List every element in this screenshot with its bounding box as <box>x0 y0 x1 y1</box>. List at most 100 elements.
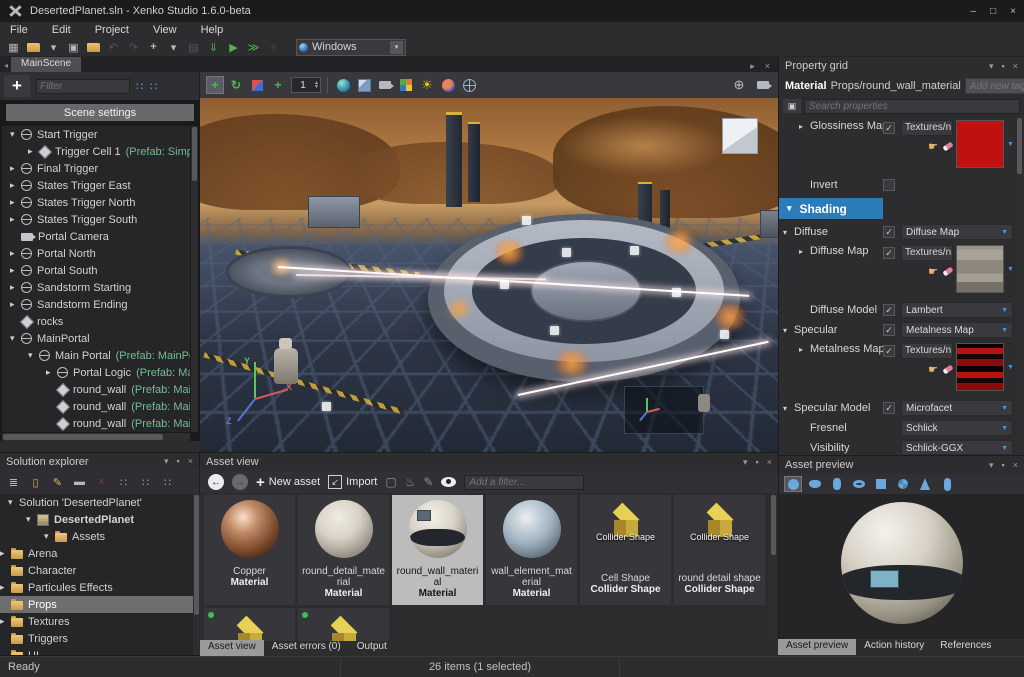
cube-icon[interactable] <box>355 76 373 94</box>
scale-icon[interactable] <box>248 76 266 94</box>
cube-icon[interactable] <box>872 476 890 492</box>
expand-tree-icon[interactable]: ∷ <box>136 80 144 93</box>
clear-reference-icon[interactable] <box>942 267 953 277</box>
chevron-down-icon[interactable]: ▾ <box>989 61 994 72</box>
teapot-icon[interactable] <box>806 476 824 492</box>
texture-thumbnail[interactable] <box>956 245 1004 293</box>
entity-gizmo-icon[interactable] <box>550 326 559 335</box>
expand-arrow-icon[interactable] <box>28 350 39 361</box>
stepper-arrows-icon[interactable]: ▲▼ <box>314 81 320 89</box>
scrollbar[interactable] <box>2 433 190 441</box>
scene-tree-item[interactable]: Portal Logic (Prefab: MainPortal) <box>2 364 190 381</box>
solution-tree-item[interactable]: UI <box>0 647 193 655</box>
scene-tree-item[interactable]: round_wall (Prefab: MainPortal) <box>2 415 190 432</box>
solution-tree-item[interactable]: Assets <box>0 528 193 545</box>
scene-tree-item[interactable]: States Trigger East <box>2 177 190 194</box>
stop-icon[interactable]: ● <box>266 40 281 55</box>
property-checkbox[interactable] <box>883 324 895 336</box>
scene-tree-item[interactable]: Main Portal (Prefab: MainPortal) <box>2 347 190 364</box>
platform-selector[interactable]: Windows ▾ <box>296 39 406 56</box>
menu-item[interactable]: File <box>10 24 28 36</box>
collapse-all-icon[interactable]: ∷ <box>160 475 175 490</box>
close-tab-icon[interactable]: × <box>765 61 770 72</box>
pin-icon[interactable]: ▪ <box>756 457 759 468</box>
cylinder-icon[interactable] <box>828 476 846 492</box>
translate-icon[interactable]: + <box>206 76 224 94</box>
scrollbar[interactable] <box>191 126 198 432</box>
expand-arrow-icon[interactable] <box>26 514 37 525</box>
panel-tab[interactable]: Output <box>349 640 395 656</box>
pin-icon[interactable]: ▪ <box>1002 460 1005 471</box>
close-button[interactable]: × <box>1010 6 1016 17</box>
scene-tree-item[interactable]: Final Trigger <box>2 160 190 177</box>
scene-tree-item[interactable]: MainPortal <box>2 330 190 347</box>
entity-gizmo-icon[interactable] <box>322 402 331 411</box>
minimize-button[interactable]: – <box>971 6 977 17</box>
scene-tree-item[interactable]: Portal South <box>2 262 190 279</box>
expand-arrow-icon[interactable] <box>783 228 794 237</box>
delete-icon[interactable]: × <box>94 475 109 490</box>
deploy-icon[interactable]: ⇓ <box>206 40 221 55</box>
pin-icon[interactable]: ▪ <box>177 456 180 467</box>
asset-item[interactable]: Copper Material <box>204 495 295 605</box>
sphere-icon[interactable] <box>784 476 802 492</box>
new-asset-button[interactable]: + New asset <box>256 474 320 491</box>
world-icon[interactable] <box>334 76 352 94</box>
scene-settings-button[interactable]: Scene settings <box>6 104 194 121</box>
asset-item[interactable]: Collider Shape round detail shape Collid… <box>674 495 765 605</box>
chevron-down-icon[interactable]: ▾ <box>164 456 169 467</box>
scrollbar[interactable] <box>770 494 777 640</box>
add-item-icon[interactable]: ≣ <box>6 475 21 490</box>
chevron-down-icon[interactable]: ▼ <box>1007 266 1014 273</box>
chevron-down-icon[interactable]: ▾ <box>743 457 748 468</box>
back-button[interactable]: ← <box>208 474 224 490</box>
asset-item[interactable]: Collider Shape Cell Shape Collider Shape <box>580 495 671 605</box>
import-button[interactable]: ↙ Import <box>328 475 377 489</box>
expand-arrow-icon[interactable] <box>10 197 21 208</box>
entity-gizmo-icon[interactable] <box>720 330 729 339</box>
expand-arrow-icon[interactable] <box>10 214 21 225</box>
scene-tree-item[interactable]: States Trigger North <box>2 194 190 211</box>
expand-arrow-icon[interactable] <box>10 180 21 191</box>
clear-reference-icon[interactable] <box>942 142 953 152</box>
pick-reference-icon[interactable]: ☛ <box>928 363 938 376</box>
folder-icon[interactable] <box>86 40 101 55</box>
gizmo-options-icon[interactable]: ⊕ <box>730 76 748 94</box>
lighting-icon[interactable]: ☀ <box>418 76 436 94</box>
property-checkbox[interactable] <box>883 402 895 414</box>
scene-tree-item[interactable]: Sandstorm Ending <box>2 296 190 313</box>
expand-arrow-icon[interactable] <box>783 404 794 413</box>
edit-asset-icon[interactable]: ✎ <box>423 475 433 489</box>
asset-item[interactable]: Collider Shape <box>298 608 389 641</box>
snap-translate-icon[interactable]: + <box>269 76 287 94</box>
expand-arrow-icon[interactable] <box>8 497 19 508</box>
preview-canvas[interactable] <box>779 494 1024 639</box>
menu-item[interactable]: View <box>153 24 177 36</box>
property-checkbox[interactable] <box>883 345 895 357</box>
scene-tree-item[interactable]: round_wall (Prefab: MainPortal) <box>2 381 190 398</box>
add-tag-input[interactable] <box>965 78 1024 94</box>
tab-mainscene[interactable]: MainScene <box>11 57 81 72</box>
property-dropdown[interactable]: Lambert ▼ <box>901 302 1013 318</box>
chevron-down-icon[interactable]: ▼ <box>1007 364 1014 371</box>
expand-arrow-icon[interactable] <box>783 326 794 335</box>
pick-reference-icon[interactable]: ☛ <box>928 265 938 278</box>
scene-tree-item[interactable]: States Trigger South <box>2 211 190 228</box>
texture-reference[interactable]: Textures/n ☛ ▼ <box>901 245 1013 293</box>
entity-gizmo-icon[interactable] <box>522 216 531 225</box>
solution-tree-item[interactable]: Particules Effects <box>0 579 193 596</box>
expand-arrow-icon[interactable] <box>10 248 21 259</box>
expand-arrow-icon[interactable] <box>10 282 21 293</box>
scrollbar[interactable] <box>193 494 200 655</box>
chevron-down-icon[interactable]: ▼ <box>1007 141 1014 148</box>
panel-tab[interactable]: Action history <box>856 639 932 655</box>
chevron-down-icon[interactable]: ▾ <box>989 460 994 471</box>
menu-item[interactable]: Project <box>95 24 129 36</box>
entity-gizmo-icon[interactable] <box>562 248 571 257</box>
capsule-icon[interactable] <box>938 476 956 492</box>
sync-selection-icon[interactable]: ∷ <box>116 475 131 490</box>
pick-reference-icon[interactable]: ☛ <box>928 140 938 153</box>
expand-arrow-icon[interactable] <box>10 333 21 344</box>
entity-gizmo-icon[interactable] <box>672 288 681 297</box>
capture-thumbnail-icon[interactable]: ▢ <box>385 475 396 489</box>
